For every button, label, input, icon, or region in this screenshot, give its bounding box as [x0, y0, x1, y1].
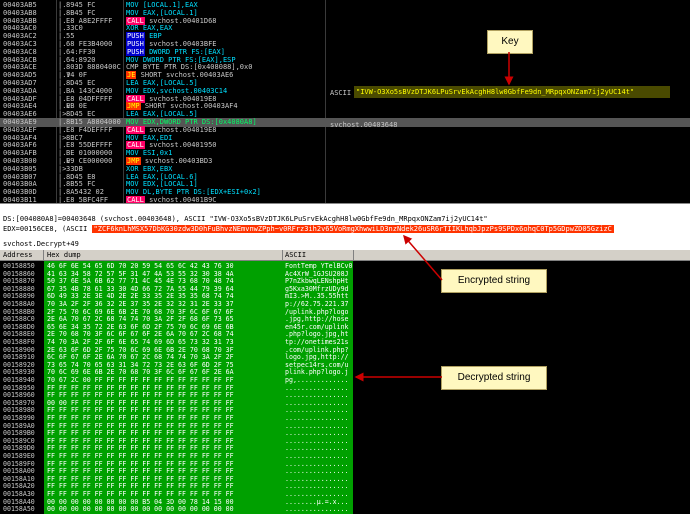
disasm-operands: EAX,EAX: [142, 24, 173, 33]
disasm-operands: EDX,svchost.00403C14: [142, 86, 228, 95]
disasm-address: 00403B11: [3, 196, 37, 203]
disasm-operands: ESI,0x1: [142, 149, 173, 158]
callout-encrypted-string: Encrypted string: [441, 269, 547, 293]
disasm-mnemonic: JMP: [126, 102, 141, 111]
disasm-operands: EAX,EDI: [142, 133, 173, 142]
disasm-operands: SHORT svchost.00403AF4: [144, 102, 238, 111]
info-line-edx: EDX=00156CE8, (ASCII "ZCF6knLhMSX57DbKG3…: [3, 225, 614, 234]
disasm-operands: EDX,[LOCAL.1]: [142, 180, 198, 189]
disasm-mnemonic: CALL: [126, 94, 145, 103]
dump-header: Address Hex dump ASCII: [0, 250, 690, 261]
disasm-mnemonic: PUSH: [126, 32, 145, 41]
disasm-mnemonic: MOV: [126, 8, 139, 17]
callout-key: Key: [487, 30, 533, 54]
disasm-operands: svchost.004019E8: [149, 125, 217, 134]
disasm-mnemonic: PUSH: [126, 40, 145, 48]
disasm-mnemonic: CALL: [126, 196, 145, 203]
disasm-mnemonic: CALL: [126, 16, 145, 25]
disasm-operands: [LOCAL.1],EAX: [142, 1, 198, 9]
disasm-row[interactable]: 00403B11 |. E8 5BFC4FF CALL svchost.00401B9…: [0, 196, 690, 203]
disasm-mnemonic: MOV: [126, 133, 139, 142]
disasm-mnemonic: JMP: [126, 157, 141, 165]
disasm-mnemonic: LEA: [126, 110, 139, 119]
edx-label: EDX=00156CE8, (ASCII: [3, 225, 92, 233]
disasm-mnemonic: CALL: [126, 141, 145, 150]
disasm-operands: BYTE PTR DS:[0x408088],0x0: [142, 63, 253, 72]
disasm-mnemonic: MOV: [126, 149, 139, 158]
disasm-mnemonic: MOV: [126, 118, 139, 126]
disasm-mnemonic: CMP: [126, 63, 139, 72]
disassembly-pane[interactable]: 00403AB5 |. 8945 FC MOV [LOCAL.1],EAX 00403A…: [0, 0, 690, 203]
dump-hex-bytes: 00 00 00 00 00 00 00 00 00 00 00 00 00 0…: [47, 505, 234, 514]
disasm-operands: EAX,[LOCAL.5]: [142, 79, 198, 87]
disasm-mnemonic: MOV: [126, 1, 139, 9]
info-pane: DS:[004080A8]=00403648 (svchost.00403648…: [0, 203, 690, 252]
dump-address: 00158A50: [3, 505, 35, 514]
disasm-mnemonic: XOR: [126, 164, 139, 173]
info-line-location: svchost.Decrypt+49: [3, 240, 79, 248]
dump-header-hex[interactable]: Hex dump: [44, 250, 283, 260]
disasm-mnemonic: LEA: [126, 79, 139, 87]
disasm-mnemonic: CALL: [126, 125, 145, 134]
disasm-instruction: CALL svchost.00401B9C: [126, 196, 217, 203]
disasm-operands: DWORD PTR FS:[EAX]: [149, 47, 225, 56]
disasm-operands: DL,BYTE PTR DS:[EDX+ESI+0x2]: [142, 188, 261, 197]
dump-header-ascii[interactable]: ASCII: [282, 250, 354, 260]
encrypted-string-value[interactable]: "ZCF6knLhMSX57DbKG30zdw3D0hFuBhvzNEmvnwZ…: [91, 225, 614, 233]
callout-decrypted-string: Decrypted string: [441, 366, 547, 390]
disasm-operands: EAX,[LOCAL.5]: [142, 110, 198, 119]
disasm-operands: EAX,[LOCAL.6]: [142, 172, 198, 181]
disasm-mnemonic: MOV: [126, 188, 139, 197]
disasm-operands: EBX,EBX: [142, 164, 173, 173]
disasm-operands: SHORT svchost.00403AE6: [140, 71, 234, 80]
disasm-operands: DWORD PTR FS:[EAX],ESP: [142, 55, 236, 64]
disasm-operands: EDX,DWORD PTR DS:[0x4080A8]: [142, 118, 257, 126]
hex-dump-pane[interactable]: Address Hex dump ASCII 00158850 46 6F 6E …: [0, 250, 690, 514]
dump-row[interactable]: 00158A50 00 00 00 00 00 00 00 00 00 00 00…: [0, 505, 690, 513]
disasm-operands: svchost.00401950: [149, 141, 217, 150]
disassembly-comment: svchost.00403648: [330, 121, 398, 129]
dump-ascii-text: ................: [285, 505, 349, 514]
disasm-operands: EBP: [149, 32, 162, 41]
disasm-operands: EAX,[LOCAL.1]: [142, 8, 198, 17]
disasm-mnemonic: MOV: [126, 55, 139, 64]
disasm-mnemonic: PUSH: [126, 47, 145, 56]
key-string-value[interactable]: "IVW-O3Xo5sBVzDTJK6LPuSrvEkAcghH8lw0GbfF…: [354, 86, 670, 98]
disasm-operands: svchost.004019E8: [149, 94, 217, 103]
disasm-opcode: E8 5BFC4FF: [66, 196, 109, 203]
disasm-mnemonic: XOR: [126, 24, 139, 33]
disasm-mnemonic: MOV: [126, 86, 139, 95]
dump-header-address[interactable]: Address: [0, 250, 44, 260]
key-ascii-label: ASCII: [330, 89, 352, 97]
info-line-source: DS:[004080A8]=00403648 (svchost.00403648…: [3, 215, 488, 223]
disasm-operands: svchost.00401B9C: [149, 196, 217, 203]
disasm-mnemonic: MOV: [126, 180, 139, 189]
disasm-mnemonic: JE: [126, 71, 137, 80]
disasm-operands: svchost.00401D68: [149, 16, 217, 25]
disasm-mnemonic: LEA: [126, 172, 139, 181]
disasm-operands: svchost.00403BD3: [144, 157, 213, 165]
disasm-operands: svchost.00403BFE: [149, 40, 217, 48]
